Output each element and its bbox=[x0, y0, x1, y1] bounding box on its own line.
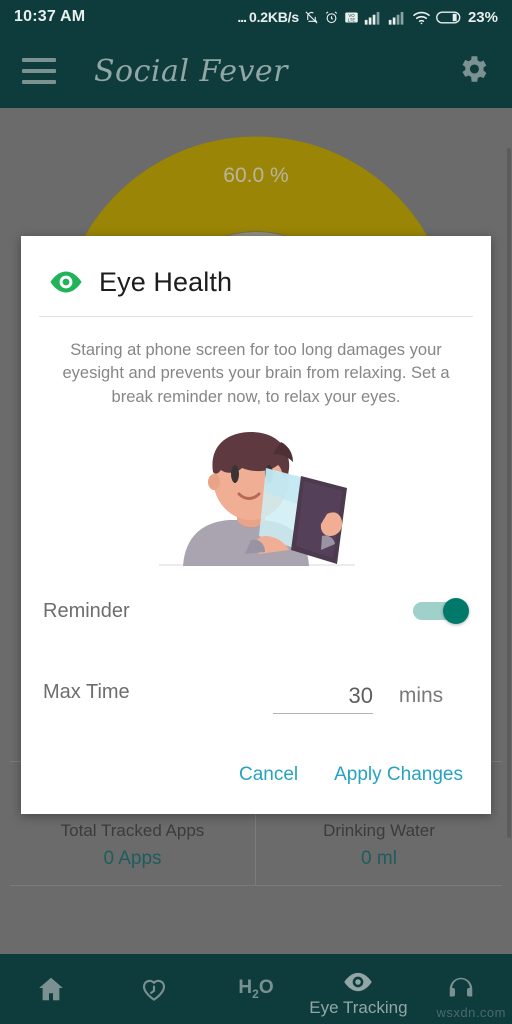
max-time-input[interactable]: 30 bbox=[273, 683, 373, 715]
watermark: wsxdn.com bbox=[436, 1005, 506, 1020]
stat-card-title: Drinking Water bbox=[323, 820, 435, 840]
reminder-label: Reminder bbox=[43, 599, 130, 622]
bottom-navigation-bar: H2O Eye Tracking wsxdn.com bbox=[0, 954, 512, 1024]
reminder-row: Reminder bbox=[21, 578, 491, 644]
signal-sim2-icon bbox=[388, 10, 407, 25]
hamburger-menu-icon[interactable] bbox=[22, 58, 56, 84]
network-speed-label: 0.2KB/s bbox=[249, 9, 299, 25]
h2o-icon: H2O bbox=[238, 977, 274, 1001]
cancel-button[interactable]: Cancel bbox=[237, 758, 300, 792]
gear-icon[interactable] bbox=[456, 52, 490, 91]
nav-label-eye-tracking: Eye Tracking bbox=[309, 998, 408, 1017]
status-bar-clock: 10:37 AM bbox=[14, 8, 86, 25]
max-time-value: 30 bbox=[348, 683, 373, 709]
reminder-toggle[interactable] bbox=[413, 598, 469, 625]
signal-sim1-icon bbox=[364, 10, 383, 25]
home-icon bbox=[36, 974, 66, 1004]
status-bar-icons: ... 0.2KB/s VO LTE 23% bbox=[237, 9, 498, 26]
nav-item-health[interactable] bbox=[102, 954, 204, 1024]
eye-health-dialog: Eye Health Staring at phone screen for t… bbox=[21, 236, 491, 814]
wifi-icon bbox=[412, 10, 431, 25]
nav-item-water[interactable]: H2O bbox=[205, 954, 307, 1024]
boy-reading-tablet-illustration bbox=[21, 413, 491, 578]
max-time-row: Max Time 30 mins bbox=[21, 644, 491, 715]
apply-changes-button[interactable]: Apply Changes bbox=[332, 758, 465, 792]
network-activity-dots: ... bbox=[237, 9, 247, 25]
stat-card-title: Total Tracked Apps bbox=[60, 820, 205, 840]
mute-icon bbox=[304, 10, 319, 25]
app-bar: Social Fever bbox=[0, 34, 512, 108]
app-root: 10:37 AM ... 0.2KB/s VO LTE 23% Social F… bbox=[0, 0, 512, 1024]
headphones-icon bbox=[446, 974, 476, 1004]
dialog-title: Eye Health bbox=[99, 266, 233, 297]
dialog-description: Staring at phone screen for too long dam… bbox=[62, 341, 450, 406]
stat-card-value: 0 Apps bbox=[103, 847, 162, 869]
vertical-scrollbar[interactable] bbox=[507, 148, 511, 838]
alarm-icon bbox=[324, 10, 339, 25]
eye-icon bbox=[342, 967, 374, 997]
max-time-label: Max Time bbox=[43, 681, 130, 704]
heart-clock-icon bbox=[139, 974, 169, 1004]
dialog-header: Eye Health bbox=[21, 236, 491, 308]
status-bar: 10:37 AM ... 0.2KB/s VO LTE 23% bbox=[0, 0, 512, 34]
dialog-actions: Cancel Apply Changes bbox=[21, 758, 491, 814]
app-title: Social Fever bbox=[94, 53, 288, 89]
volte-icon: VO LTE bbox=[344, 10, 359, 25]
toggle-knob bbox=[443, 598, 469, 625]
nav-item-eye-tracking[interactable]: Eye Tracking bbox=[307, 954, 409, 1024]
stat-card-value: 0 ml bbox=[361, 847, 397, 869]
svg-text:LTE: LTE bbox=[348, 17, 356, 22]
nav-item-home[interactable] bbox=[0, 954, 102, 1024]
battery-icon bbox=[436, 10, 462, 25]
eye-icon bbox=[49, 265, 83, 299]
max-time-unit: mins bbox=[398, 684, 444, 708]
gauge-value-label: 60.0 % bbox=[223, 164, 289, 187]
battery-percent-label: 23% bbox=[467, 8, 498, 26]
